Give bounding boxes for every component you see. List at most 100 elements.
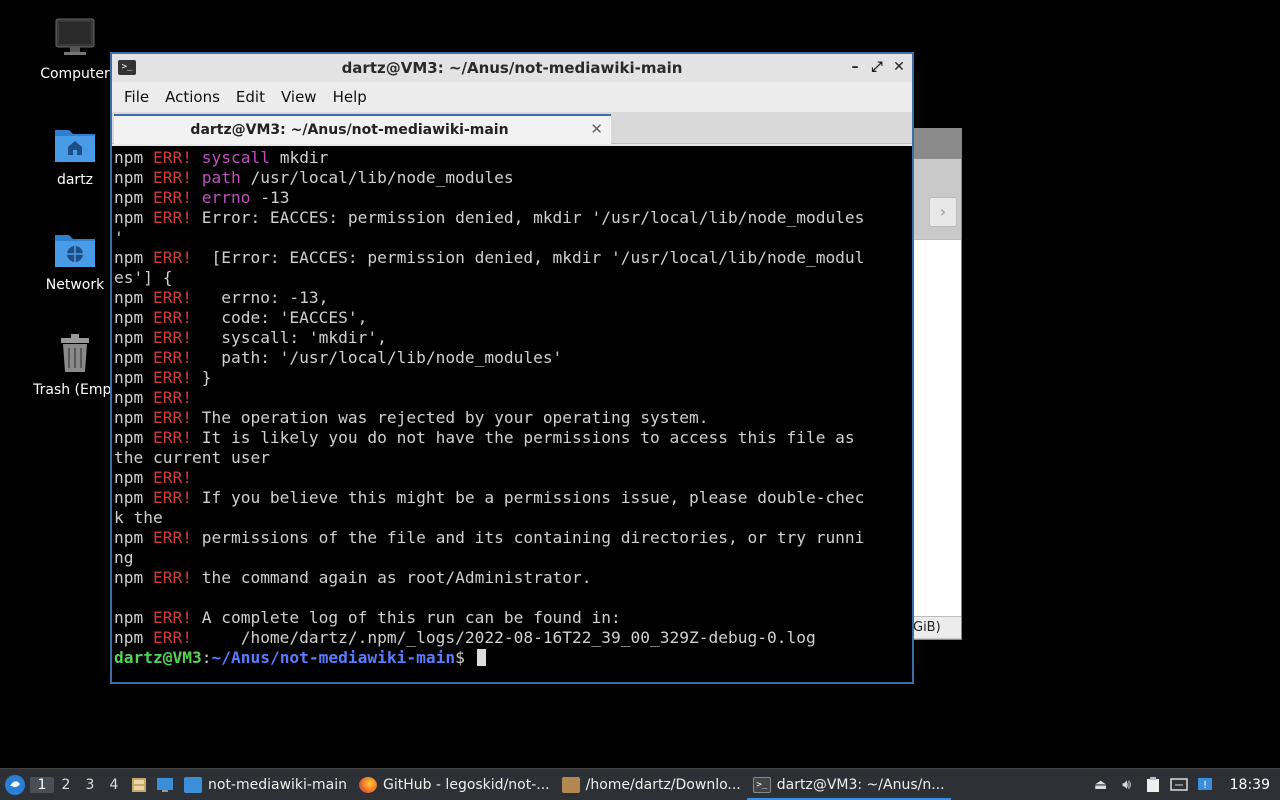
menu-edit[interactable]: Edit	[228, 88, 273, 106]
terminal-line: npm ERR!	[114, 468, 910, 488]
svg-text:!: !	[1203, 780, 1207, 791]
task-archive-manager[interactable]: /home/dartz/Downlo...	[556, 770, 747, 800]
terminal-text: npm	[114, 208, 153, 227]
terminal-text: If you believe this might be a permissio…	[191, 488, 865, 507]
terminal-text: '	[114, 228, 124, 247]
error-tag: ERR!	[152, 428, 192, 447]
terminal-text: npm	[114, 368, 153, 387]
task-label: GitHub - legoskid/not-...	[382, 776, 550, 793]
terminal-text: The operation was rejected by your opera…	[191, 408, 709, 427]
terminal-text: A complete log of this run can be found …	[191, 608, 621, 627]
terminal-line: npm ERR! }	[114, 368, 910, 388]
maximize-button[interactable]: ⤢	[868, 58, 886, 76]
terminal-text: errno	[201, 188, 251, 207]
terminal-text: Error: EACCES: permission denied, mkdir …	[191, 208, 865, 227]
error-tag: ERR!	[152, 348, 192, 367]
terminal-line: npm ERR! [Error: EACCES: permission deni…	[114, 248, 910, 268]
terminal-tab[interactable]: dartz@VM3: ~/Anus/not-mediawiki-main ✕	[114, 114, 611, 144]
error-tag: ERR!	[152, 628, 192, 647]
error-tag: ERR!	[152, 608, 192, 627]
clock[interactable]: 18:39	[1230, 777, 1270, 793]
clipboard-icon[interactable]	[1144, 776, 1162, 794]
error-tag: ERR!	[152, 388, 192, 407]
terminal-line: npm ERR! A complete log of this run can …	[114, 608, 910, 628]
background-window-titlebar[interactable]	[913, 129, 961, 159]
terminal-line: npm ERR!	[114, 388, 910, 408]
close-button[interactable]: ✕	[890, 58, 908, 76]
terminal-line: npm ERR! path: '/usr/local/lib/node_modu…	[114, 348, 910, 368]
terminal-text: npm	[114, 528, 153, 547]
error-tag: ERR!	[152, 168, 192, 187]
trash-icon	[53, 332, 97, 376]
workspace-3[interactable]: 3	[78, 777, 102, 793]
forward-button[interactable]: ›	[929, 197, 957, 227]
terminal-text: It is likely you do not have the permiss…	[191, 428, 855, 447]
terminal-line: es'] {	[114, 268, 910, 288]
terminal-line: ng	[114, 548, 910, 568]
terminal-text: npm	[114, 608, 153, 627]
terminal-window[interactable]: >_ dartz@VM3: ~/Anus/not-mediawiki-main …	[110, 52, 914, 684]
terminal-text: npm	[114, 248, 153, 267]
workspace-1[interactable]: 1	[30, 776, 54, 793]
error-tag: ERR!	[152, 488, 192, 507]
menu-file[interactable]: File	[116, 88, 157, 106]
minimize-button[interactable]: –	[846, 58, 864, 76]
prompt-separator: :	[201, 648, 212, 667]
tab-close-icon[interactable]: ✕	[590, 120, 603, 138]
task-file-manager[interactable]: not-mediawiki-main	[178, 770, 353, 800]
terminal-text: npm	[114, 388, 153, 407]
background-window-status: GiB)	[913, 616, 961, 638]
error-tag: ERR!	[152, 468, 192, 487]
prompt-path: ~/Anus/not-mediawiki-main	[211, 648, 456, 667]
terminal-text: ng	[114, 548, 134, 567]
network-status-icon[interactable]	[1169, 776, 1188, 794]
terminal-text: mkdir	[269, 148, 329, 167]
terminal-line: npm ERR! code: 'EACCES',	[114, 308, 910, 328]
terminal-text: es'] {	[114, 268, 173, 287]
start-menu-button[interactable]	[0, 770, 30, 800]
desktop-icon	[157, 777, 173, 792]
terminal-line: the current user	[114, 448, 910, 468]
menu-actions[interactable]: Actions	[157, 88, 228, 106]
show-desktop-button[interactable]	[152, 773, 178, 797]
workspace-2[interactable]: 2	[54, 777, 78, 793]
volume-icon[interactable]: 🔊︎	[1118, 776, 1136, 794]
terminal-text: k the	[114, 508, 163, 527]
tab-label: dartz@VM3: ~/Anus/not-mediawiki-main	[190, 122, 509, 138]
home-folder-icon	[53, 122, 97, 166]
folder-icon	[184, 776, 202, 793]
menu-view[interactable]: View	[273, 88, 325, 106]
tab-bar: dartz@VM3: ~/Anus/not-mediawiki-main ✕	[112, 112, 912, 144]
update-notifier-icon[interactable]: !	[1196, 776, 1214, 794]
workspace-4[interactable]: 4	[102, 777, 126, 793]
window-titlebar[interactable]: >_ dartz@VM3: ~/Anus/not-mediawiki-main …	[112, 54, 912, 82]
file-manager-launcher[interactable]	[126, 773, 152, 797]
terminal-text: code: 'EACCES',	[191, 308, 368, 327]
task-label: dartz@VM3: ~/Anus/n...	[776, 776, 945, 793]
task-terminal[interactable]: >_ dartz@VM3: ~/Anus/n...	[746, 770, 951, 800]
terminal-line: npm ERR! The operation was rejected by y…	[114, 408, 910, 428]
terminal-line: npm ERR! If you believe this might be a …	[114, 488, 910, 508]
window-title: dartz@VM3: ~/Anus/not-mediawiki-main	[341, 59, 683, 77]
terminal-text: npm	[114, 408, 153, 427]
error-tag: ERR!	[152, 408, 192, 427]
task-firefox[interactable]: GitHub - legoskid/not-...	[353, 770, 556, 800]
task-label: not-mediawiki-main	[208, 776, 347, 793]
background-window[interactable]: › GiB)	[912, 128, 962, 640]
system-tray: ⏏ 🔊︎ ! 18:39	[1092, 776, 1280, 794]
terminal-line: npm ERR! Error: EACCES: permission denie…	[114, 208, 910, 228]
archive-icon	[561, 776, 580, 793]
network-folder-icon	[53, 227, 97, 271]
terminal-text: npm	[114, 148, 153, 167]
error-tag: ERR!	[152, 368, 192, 387]
terminal-line: '	[114, 228, 910, 248]
monitor-icon	[53, 16, 97, 60]
menu-help[interactable]: Help	[325, 88, 375, 106]
terminal-output[interactable]: npm ERR! syscall mkdir npm ERR! path /usr…	[112, 146, 912, 682]
eject-icon[interactable]: ⏏	[1092, 776, 1110, 794]
terminal-line: npm ERR! errno -13	[114, 188, 910, 208]
prompt-symbol: $	[455, 648, 475, 667]
terminal-line: npm ERR! /home/dartz/.npm/_logs/2022-08-…	[114, 628, 910, 648]
